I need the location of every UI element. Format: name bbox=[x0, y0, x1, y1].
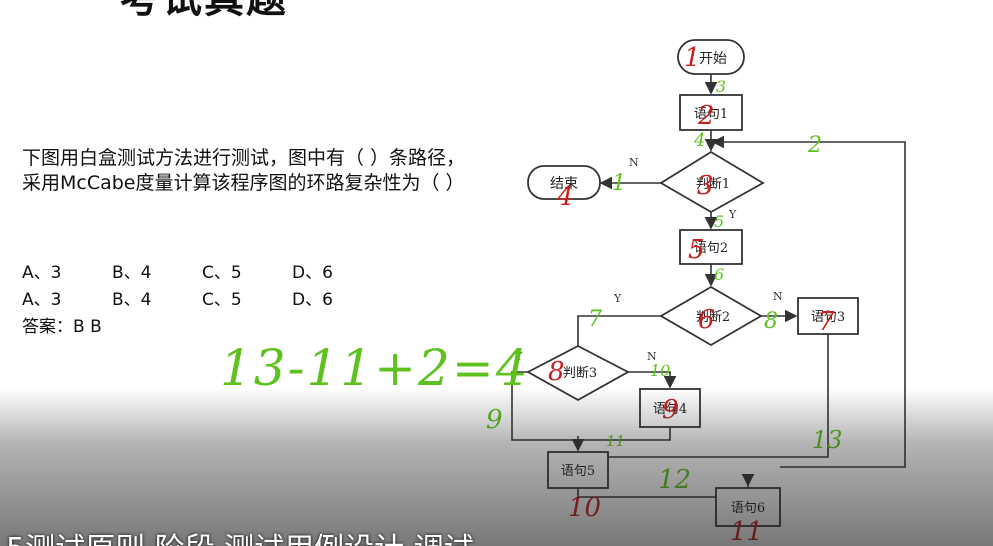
ink-edge-number: 6 bbox=[714, 265, 724, 284]
ink-node-number: 11 bbox=[730, 517, 763, 546]
ink-edge-number: 3 bbox=[716, 77, 726, 96]
ink-node-number: 5 bbox=[688, 235, 705, 265]
flowchart: 开始 语句1 判断1 结束 语句2 判断2 语句3 判断3 语句4 语句5 语句… bbox=[220, 39, 906, 546]
ink-edge-number: 5 bbox=[714, 212, 724, 231]
node-start-label: 开始 bbox=[699, 51, 727, 67]
ink-edge-number: 11 bbox=[606, 432, 625, 450]
ink-node-number: 8 bbox=[548, 357, 565, 387]
ink-node-number: 2 bbox=[697, 101, 715, 131]
ink-edge-number: 7 bbox=[588, 307, 602, 332]
branch-label-y: Y bbox=[728, 208, 737, 221]
node-stmt5: 语句5 bbox=[547, 451, 609, 489]
ink-edge-number: 10 bbox=[650, 361, 670, 380]
ink-edge-number: 12 bbox=[658, 465, 691, 495]
video-subtitle: 5测试原则 阶段 测试用例设计 调试 bbox=[6, 524, 474, 546]
node-stmt5-label: 语句5 bbox=[561, 464, 595, 479]
ink-formula: 13-11+2=4 bbox=[220, 339, 530, 397]
node-judge3-label: 判断3 bbox=[563, 366, 597, 381]
ink-edge-number: 2 bbox=[807, 133, 822, 158]
ink-edge-number: 8 bbox=[764, 309, 778, 334]
node-judge3: 判断3 bbox=[526, 344, 630, 402]
branch-label-n: N bbox=[773, 290, 783, 303]
ink-node-number: 1 bbox=[684, 43, 701, 73]
ink-edge-number: 9 bbox=[486, 405, 503, 435]
ink-node-number: 9 bbox=[662, 395, 679, 425]
ink-edge-number: 1 bbox=[612, 171, 626, 196]
ink-node-number: 6 bbox=[698, 305, 715, 335]
ink-node-number: 3 bbox=[697, 171, 714, 201]
branch-label-n: N bbox=[629, 156, 639, 169]
ink-edge-number: 4 bbox=[693, 130, 705, 151]
node-stmt6-label: 语句6 bbox=[731, 501, 765, 516]
ink-node-number: 10 bbox=[568, 493, 601, 523]
ink-edge-number: 13 bbox=[812, 426, 843, 454]
flow-connectors bbox=[511, 74, 906, 498]
ink-node-number: 4 bbox=[556, 182, 574, 212]
branch-label-y: Y bbox=[613, 292, 622, 305]
video-frame: 考试真题 下图用白盒测试方法进行测试，图中有（ ）条路径，采用McCabe度量计… bbox=[0, 0, 993, 546]
edge-number-annotations: 1 2 3 4 5 6 7 8 9 10 11 12 13 bbox=[486, 77, 843, 495]
ink-node-number: 7 bbox=[818, 307, 835, 337]
